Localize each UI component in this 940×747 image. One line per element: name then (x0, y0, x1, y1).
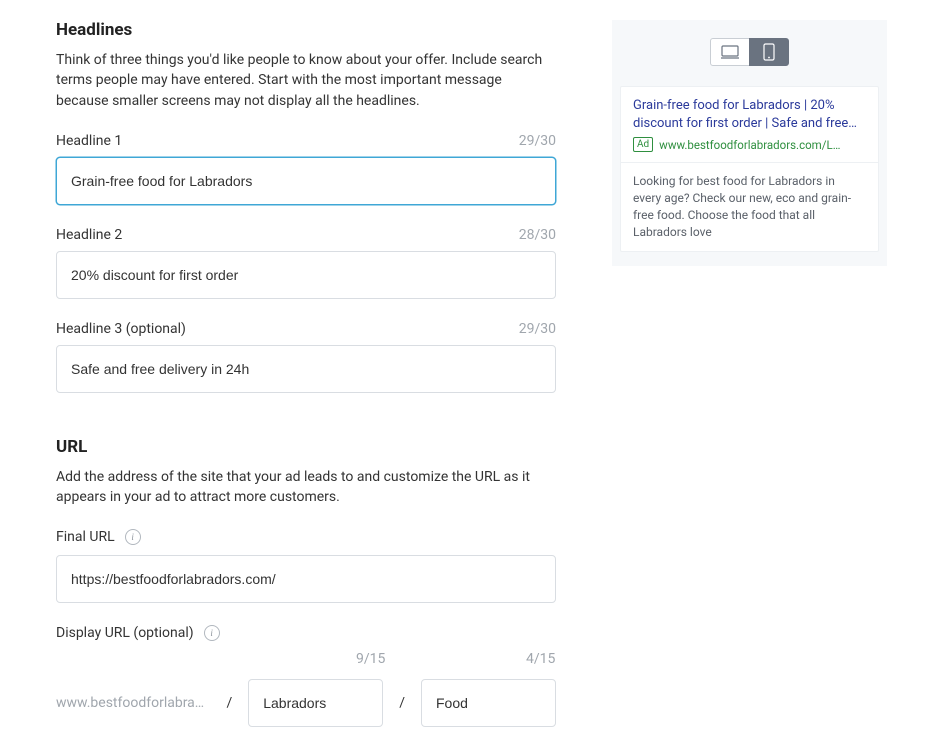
headlines-title: Headlines (56, 20, 556, 40)
headline-3-label: Headline 3 (optional) (56, 321, 186, 337)
display-url-label-row: Display URL (optional) i (56, 625, 556, 641)
display-url-row: www.bestfoodforlabra… / / (56, 679, 556, 727)
path1-counter: 9/15 (356, 651, 385, 667)
headline-2-label: Headline 2 (56, 227, 122, 243)
final-url-label-row: Final URL i (56, 529, 556, 545)
headlines-description: Think of three things you'd like people … (56, 50, 556, 111)
mobile-icon (763, 43, 775, 61)
headline-2-counter: 28/30 (519, 227, 556, 243)
desktop-toggle[interactable] (710, 38, 750, 66)
ad-divider (621, 162, 878, 163)
url-title: URL (56, 437, 556, 457)
ad-preview-title: Grain-free food for Labradors | 20% disc… (633, 97, 866, 133)
ad-badge: Ad (633, 137, 653, 152)
ad-preview-card: Grain-free food for Labradors | 20% disc… (620, 86, 879, 252)
path2-counter: 4/15 (526, 651, 555, 667)
form-column: Headlines Think of three things you'd li… (56, 20, 556, 727)
path1-input[interactable] (248, 679, 383, 727)
display-url-label: Display URL (optional) (56, 625, 194, 641)
slash-separator: / (210, 695, 248, 711)
path2-input[interactable] (421, 679, 556, 727)
headline-2-input[interactable] (56, 251, 556, 299)
headline-3-input[interactable] (56, 345, 556, 393)
headline-2-row: Headline 2 28/30 (56, 227, 556, 243)
headline-3-row: Headline 3 (optional) 29/30 (56, 321, 556, 337)
ad-preview-description: Looking for best food for Labradors in e… (633, 173, 866, 240)
desktop-icon (721, 45, 739, 59)
domain-prefix: www.bestfoodforlabra… (56, 695, 210, 711)
slash-separator: / (383, 695, 421, 711)
ad-preview-url: www.bestfoodforlabradors.com/L… (659, 138, 840, 152)
headline-1-input[interactable] (56, 157, 556, 205)
final-url-input[interactable] (56, 555, 556, 603)
display-url-counters: 9/15 4/15 (56, 651, 556, 671)
final-url-label: Final URL (56, 529, 115, 545)
preview-column: Grain-free food for Labradors | 20% disc… (612, 20, 887, 266)
headline-1-row: Headline 1 29/30 (56, 133, 556, 149)
headline-1-label: Headline 1 (56, 133, 122, 149)
headline-1-counter: 29/30 (519, 133, 556, 149)
device-toggle (620, 38, 879, 66)
url-description: Add the address of the site that your ad… (56, 467, 556, 508)
info-icon[interactable]: i (204, 625, 220, 641)
headline-3-counter: 29/30 (519, 321, 556, 337)
ad-preview-url-row: Ad www.bestfoodforlabradors.com/L… (633, 137, 866, 152)
info-icon[interactable]: i (125, 529, 141, 545)
mobile-toggle[interactable] (749, 38, 789, 66)
